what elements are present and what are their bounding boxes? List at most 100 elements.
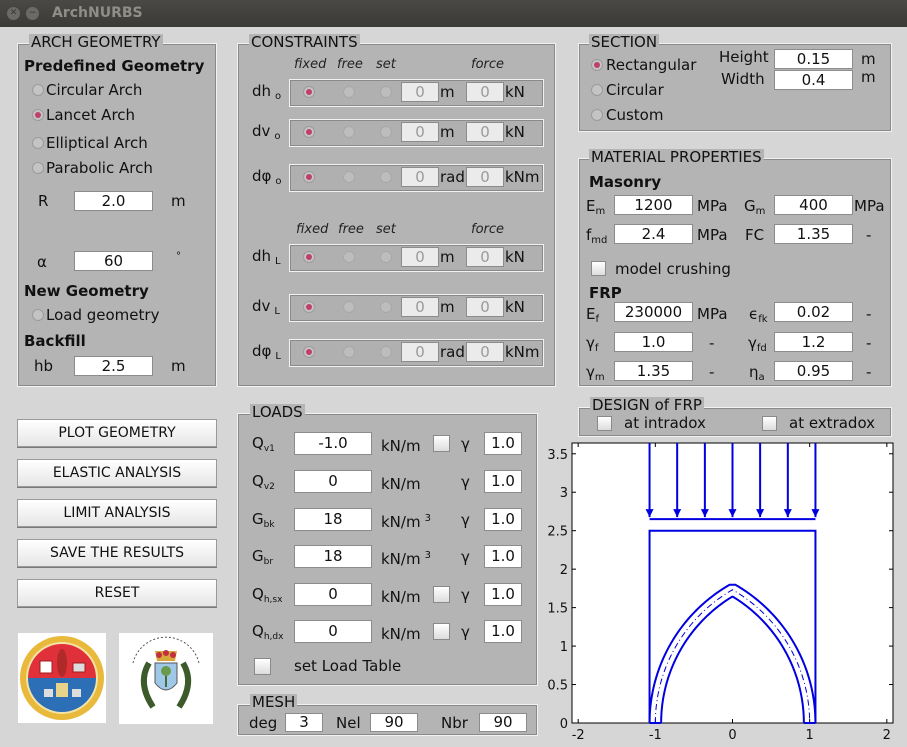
fc-input[interactable]: 1.35 [774,224,853,244]
set-radio[interactable] [380,86,392,98]
force-value-input[interactable]: 0 [466,122,504,142]
plot-geometry-button[interactable]: PLOT GEOMETRY [17,419,217,447]
gm-input[interactable]: 400 [774,195,853,215]
free-radio[interactable] [343,126,355,138]
load-gamma-input[interactable]: 1.0 [484,432,522,455]
load-value-input[interactable]: 0 [294,620,372,643]
x-tick-label: 1 [806,728,814,743]
height-input[interactable]: 0.15 [774,49,853,69]
intradox-checkbox[interactable] [597,416,612,431]
load-checkbox[interactable] [433,435,450,452]
width-input[interactable]: 0.4 [774,70,853,90]
nbr-input[interactable]: 90 [479,713,527,732]
nel-input[interactable]: 90 [370,713,418,732]
ef-input[interactable]: 230000 [614,302,693,322]
gamma-m-input[interactable]: 1.35 [614,361,693,381]
set-radio[interactable] [380,171,392,183]
elastic-analysis-button[interactable]: ELASTIC ANALYSIS [17,459,217,487]
fixed-radio[interactable] [303,251,315,263]
alpha-label: α [37,253,47,271]
load-gamma-input[interactable]: 1.0 [484,545,522,568]
r-input[interactable]: 2.0 [74,191,153,211]
x-tick-label: 0 [728,728,736,743]
parabolic-arch-radio[interactable] [32,162,44,174]
set-value-input[interactable]: 0 [401,167,439,187]
set-radio[interactable] [380,251,392,263]
circular-arch-radio[interactable] [32,84,44,96]
x-tick-label: -1 [649,728,662,743]
free-radio[interactable] [343,251,355,263]
set-value-input[interactable]: 0 [401,82,439,102]
load-gamma-input[interactable]: 1.0 [484,470,522,493]
alpha-input[interactable]: 60 [74,251,153,271]
load-checkbox[interactable] [433,586,450,603]
reset-button[interactable]: RESET [17,579,217,607]
section-title: SECTION [589,33,660,51]
minimize-window-button[interactable]: − [26,7,39,20]
load-geometry-radio[interactable] [32,309,44,321]
load-checkbox[interactable] [433,623,450,640]
load-value-input[interactable]: 18 [294,545,372,568]
fixed-radio[interactable] [303,346,315,358]
model-crushing-checkbox[interactable] [591,261,606,276]
force-value-input[interactable]: 0 [466,342,504,362]
fixed-radio[interactable] [303,86,315,98]
efk-input[interactable]: 0.02 [774,302,853,322]
set-radio[interactable] [380,346,392,358]
save-results-button[interactable]: SAVE THE RESULTS [17,539,217,567]
force-value-input[interactable]: 0 [466,297,504,317]
lancet-arch-radio[interactable] [32,109,44,121]
force-value-input[interactable]: 0 [466,167,504,187]
load-gamma-input[interactable]: 1.0 [484,620,522,643]
set-value-input[interactable]: 0 [401,297,439,317]
load-value-input[interactable]: 18 [294,508,372,531]
fixed-radio[interactable] [303,301,315,313]
loads-title: LOADS [250,403,305,421]
deg-input[interactable]: 3 [285,713,323,732]
set-radio[interactable] [380,301,392,313]
force-unit: kNm [505,343,540,361]
load-value-input[interactable]: -1.0 [294,432,372,455]
force-value-input[interactable]: 0 [466,247,504,267]
extradox-label: at extradox [789,414,876,432]
gamma-symbol: γ [461,473,470,491]
gamma-f-input[interactable]: 1.0 [614,332,693,352]
load-value-input[interactable]: 0 [294,583,372,606]
circular-section-radio[interactable] [591,84,603,96]
set-value-input[interactable]: 0 [401,342,439,362]
extradox-checkbox[interactable] [762,416,777,431]
force-value-input[interactable]: 0 [466,82,504,102]
hb-input[interactable]: 2.5 [74,356,153,376]
set-unit: m [440,83,455,101]
set-value-input[interactable]: 0 [401,247,439,267]
set-value-input[interactable]: 0 [401,122,439,142]
fixed-radio[interactable] [303,171,315,183]
set-load-table-checkbox[interactable] [254,658,271,675]
gamma-fd-input[interactable]: 1.2 [774,332,853,352]
free-radio[interactable] [343,86,355,98]
fixed-radio[interactable] [303,126,315,138]
free-radio[interactable] [343,346,355,358]
header-fixed-l: fixed [296,222,329,237]
rectangular-radio[interactable] [591,59,603,71]
load-label: Gbr [252,547,274,567]
arch-geometry-title: ARCH GEOMETRY [29,33,163,51]
fmd-input[interactable]: 2.4 [614,224,693,244]
circular-section-label: Circular [606,81,664,99]
load-gamma-input[interactable]: 1.0 [484,583,522,606]
em-input[interactable]: 1200 [614,195,693,215]
load-value-input[interactable]: 0 [294,470,372,493]
eta-a-input[interactable]: 0.95 [774,361,853,381]
new-geometry-label: New Geometry [24,282,149,300]
load-unit: kN/m [381,625,421,643]
set-radio[interactable] [380,126,392,138]
close-window-button[interactable]: ✕ [7,7,20,20]
elliptical-arch-radio[interactable] [32,137,44,149]
elliptical-arch-label: Elliptical Arch [46,134,148,152]
custom-section-radio[interactable] [591,109,603,121]
load-gamma-input[interactable]: 1.0 [484,508,522,531]
free-radio[interactable] [343,171,355,183]
design-frp-title: DESIGN of FRP [590,396,704,414]
limit-analysis-button[interactable]: LIMIT ANALYSIS [17,499,217,527]
free-radio[interactable] [343,301,355,313]
